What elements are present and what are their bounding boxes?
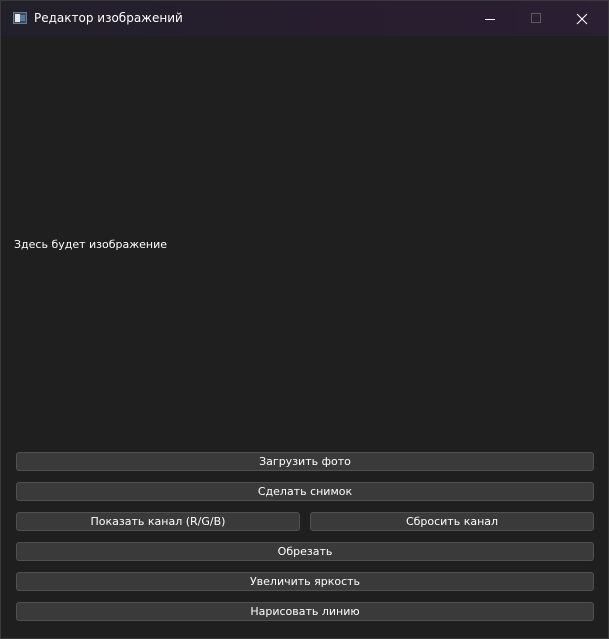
- increase-brightness-button[interactable]: Увеличить яркость: [16, 572, 594, 591]
- maximize-icon: [531, 13, 541, 23]
- minimize-button[interactable]: [467, 1, 513, 36]
- close-icon: [576, 13, 588, 25]
- draw-line-button[interactable]: Нарисовать линию: [16, 602, 594, 621]
- take-snapshot-button[interactable]: Сделать снимок: [16, 482, 594, 501]
- reset-channel-button[interactable]: Сбросить канал: [310, 512, 594, 531]
- crop-button[interactable]: Обрезать: [16, 542, 594, 561]
- minimize-icon: [485, 19, 495, 20]
- maximize-button[interactable]: [513, 1, 559, 36]
- window-title: Редактор изображений: [34, 11, 183, 25]
- show-channel-button[interactable]: Показать канал (R/G/B): [16, 512, 300, 531]
- load-photo-button[interactable]: Загрузить фото: [16, 452, 594, 471]
- title-bar[interactable]: Редактор изображений: [1, 1, 608, 36]
- image-placeholder-label: Здесь будет изображение: [14, 238, 168, 251]
- close-button[interactable]: [559, 1, 605, 36]
- image-app-icon: [13, 12, 27, 24]
- app-window: Редактор изображений Здесь будет изображ…: [0, 0, 609, 639]
